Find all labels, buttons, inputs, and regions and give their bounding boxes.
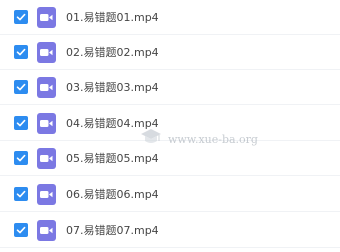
video-file-icon (37, 41, 56, 63)
checkbox-checked-icon[interactable] (14, 151, 28, 165)
file-name[interactable]: 02.易错题02.mp4 (66, 44, 159, 60)
file-name[interactable]: 07.易错题07.mp4 (66, 222, 159, 238)
graduation-cap-icon (140, 126, 162, 153)
video-file-icon (37, 6, 56, 28)
watermark-text: www.xue-ba.org (168, 132, 258, 146)
video-file-icon (37, 219, 56, 241)
watermark: www.xue-ba.org (140, 122, 258, 156)
checkbox-checked-icon[interactable] (14, 80, 28, 94)
file-name[interactable]: 03.易错题03.mp4 (66, 79, 159, 95)
file-row-02[interactable]: 02.易错题02.mp4 (0, 35, 340, 70)
checkbox-checked-icon[interactable] (14, 223, 28, 237)
video-file-icon (37, 76, 56, 98)
video-file-icon (37, 183, 56, 205)
file-row-06[interactable]: 06.易错题06.mp4 (0, 177, 340, 212)
file-name[interactable]: 06.易错题06.mp4 (66, 186, 159, 202)
checkbox-checked-icon[interactable] (14, 10, 28, 24)
file-row-03[interactable]: 03.易错题03.mp4 (0, 70, 340, 105)
checkbox-checked-icon[interactable] (14, 187, 28, 201)
file-row-01[interactable]: 01.易错题01.mp4 (0, 0, 340, 35)
file-name[interactable]: 01.易错题01.mp4 (66, 9, 159, 25)
video-file-icon (37, 112, 56, 134)
video-file-icon (37, 147, 56, 169)
checkbox-checked-icon[interactable] (14, 45, 28, 59)
file-row-07[interactable]: 07.易错题07.mp4 (0, 213, 340, 248)
checkbox-checked-icon[interactable] (14, 116, 28, 130)
